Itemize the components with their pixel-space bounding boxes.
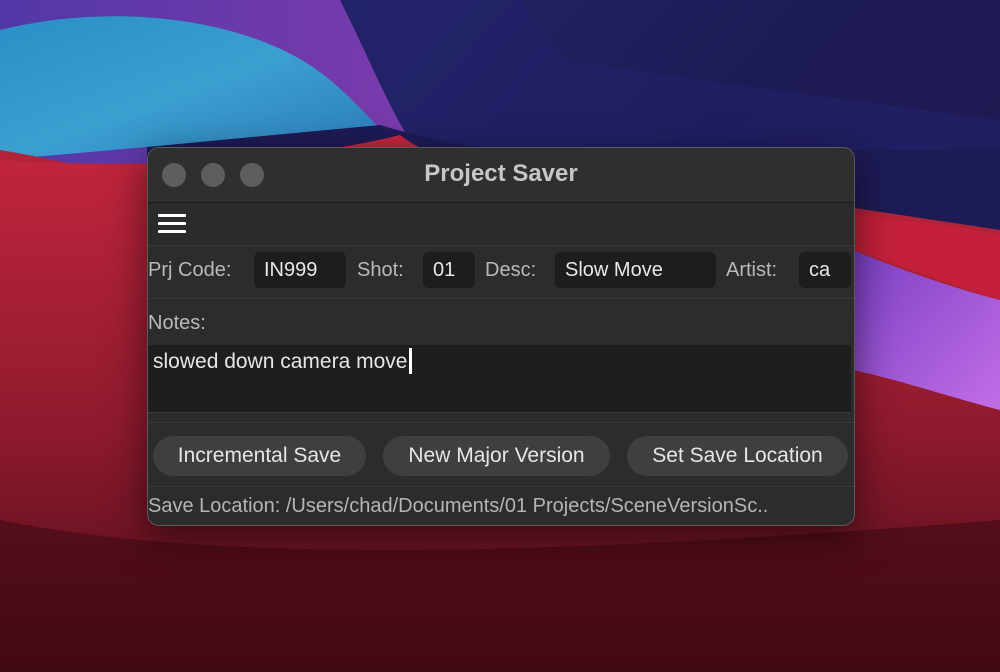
prj-code-input[interactable]: IN999	[254, 252, 346, 288]
desc-label: Desc:	[485, 259, 537, 281]
hamburger-menu-icon[interactable]	[158, 214, 186, 234]
title-bar[interactable]: Project Saver	[148, 148, 854, 203]
artist-input[interactable]: ca	[799, 252, 851, 288]
shot-label: Shot:	[357, 259, 404, 281]
notes-textarea[interactable]: slowed down camera move	[148, 345, 851, 413]
save-location-text: Save Location: /Users/chad/Documents/01 …	[148, 495, 769, 517]
shot-input[interactable]: 01	[423, 252, 475, 288]
status-bar: Save Location: /Users/chad/Documents/01 …	[148, 486, 854, 525]
prj-code-label: Prj Code:	[148, 259, 232, 281]
text-cursor	[409, 348, 413, 374]
notes-label: Notes:	[148, 312, 206, 334]
artist-label: Artist:	[726, 259, 778, 281]
set-save-location-button[interactable]: Set Save Location	[627, 436, 848, 476]
window-title: Project Saver	[424, 160, 578, 187]
project-saver-window: Project Saver Prj Code: IN999 Shot: 01 D…	[147, 147, 855, 526]
menu-bar	[148, 203, 854, 246]
desc-input[interactable]: Slow Move	[555, 252, 716, 288]
divider	[148, 422, 854, 423]
project-fields-row: Prj Code: IN999 Shot: 01 Desc: Slow Move…	[148, 246, 854, 299]
notes-text: slowed down camera move	[153, 350, 408, 373]
incremental-save-button[interactable]: Incremental Save	[153, 436, 366, 476]
new-major-version-button[interactable]: New Major Version	[383, 436, 610, 476]
